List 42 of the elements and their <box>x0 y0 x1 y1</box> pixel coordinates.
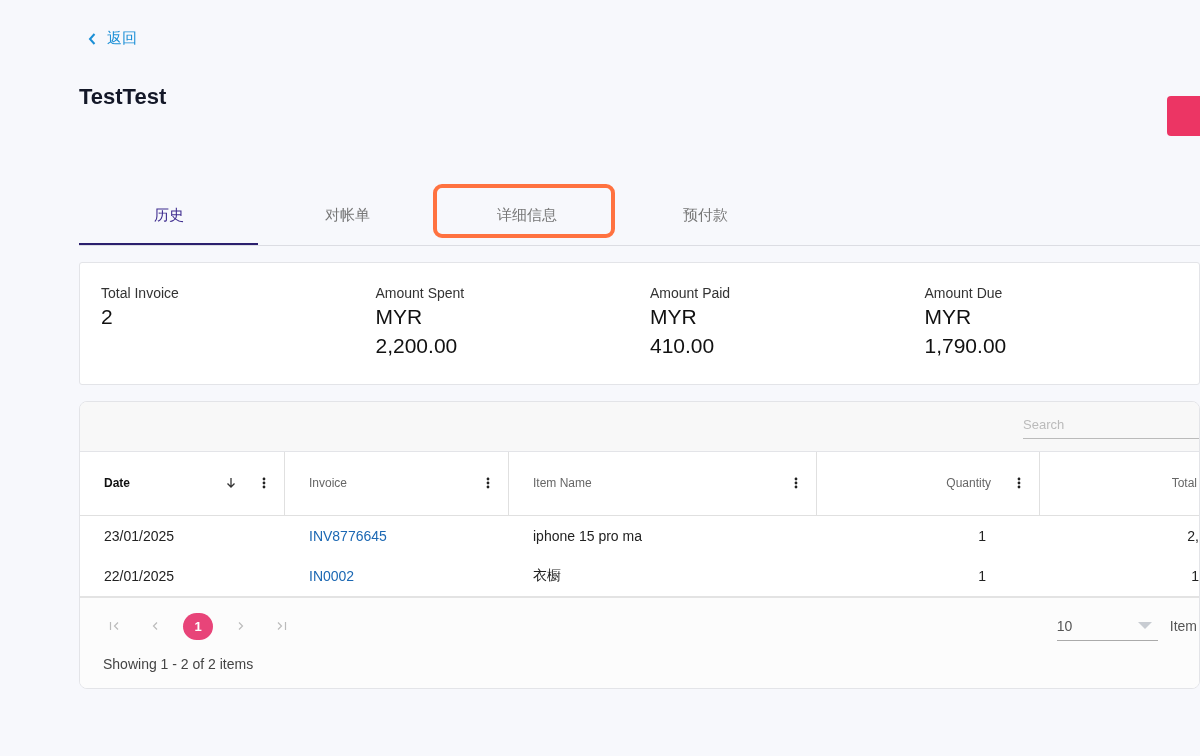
tab[interactable]: 预付款 <box>616 187 795 245</box>
table-cell: 2, <box>1187 527 1199 544</box>
stat-label: Amount Due <box>924 284 1004 301</box>
page-size-label: Item <box>1169 618 1197 634</box>
column-header[interactable]: Quantity <box>817 451 1040 515</box>
tab[interactable]: 历史 <box>79 187 258 245</box>
more-vertical-icon[interactable] <box>262 477 266 489</box>
table-cell: 23/01/2025 <box>104 527 175 544</box>
page-title: TestTest <box>79 83 167 110</box>
stat-value: MYR 410.00 <box>650 303 716 359</box>
column-header[interactable]: Date <box>80 451 285 515</box>
tab[interactable]: 对帐单 <box>258 187 437 245</box>
edit-button[interactable] <box>1167 95 1200 136</box>
table-cell: 衣橱 <box>533 566 561 583</box>
stat-value: MYR 2,200.00 <box>375 303 459 359</box>
table-cell: 1 <box>978 567 986 584</box>
stat-label: Total Invoice <box>101 284 180 301</box>
column-header[interactable]: Total <box>1040 451 1199 515</box>
table-cell: 1 <box>1191 567 1199 584</box>
table-cell: 22/01/2025 <box>104 567 175 584</box>
tab[interactable]: 详细信息 <box>437 187 616 245</box>
page-button[interactable]: 1 <box>183 612 213 640</box>
stat-label: Amount Spent <box>375 284 466 301</box>
stat-label: Amount Paid <box>650 284 732 301</box>
invoice-link[interactable]: INV8776645 <box>309 527 387 544</box>
more-vertical-icon[interactable] <box>794 477 798 489</box>
back-link[interactable]: 返回 <box>87 29 137 48</box>
table-cell: iphone 15 pro ma <box>533 527 642 544</box>
page-size-dropdown[interactable]: 10 <box>1056 611 1158 641</box>
pager-summary: Showing 1 - 2 of 2 items <box>103 655 255 672</box>
column-header[interactable]: Item Name <box>509 451 817 515</box>
table-cell: 1 <box>978 527 986 544</box>
sort-down-icon[interactable] <box>226 477 236 489</box>
invoice-link[interactable]: IN0002 <box>309 567 355 584</box>
chevron-left-icon <box>87 31 97 46</box>
column-header[interactable]: Invoice <box>285 451 509 515</box>
more-vertical-icon[interactable] <box>486 477 490 489</box>
stat-value: MYR 1,790.00 <box>924 303 1008 359</box>
stat-value: 2 <box>101 303 114 330</box>
search-field[interactable]: Search <box>1023 411 1199 439</box>
more-vertical-icon[interactable] <box>1017 477 1021 489</box>
dropdown-caret-icon <box>1137 622 1152 629</box>
